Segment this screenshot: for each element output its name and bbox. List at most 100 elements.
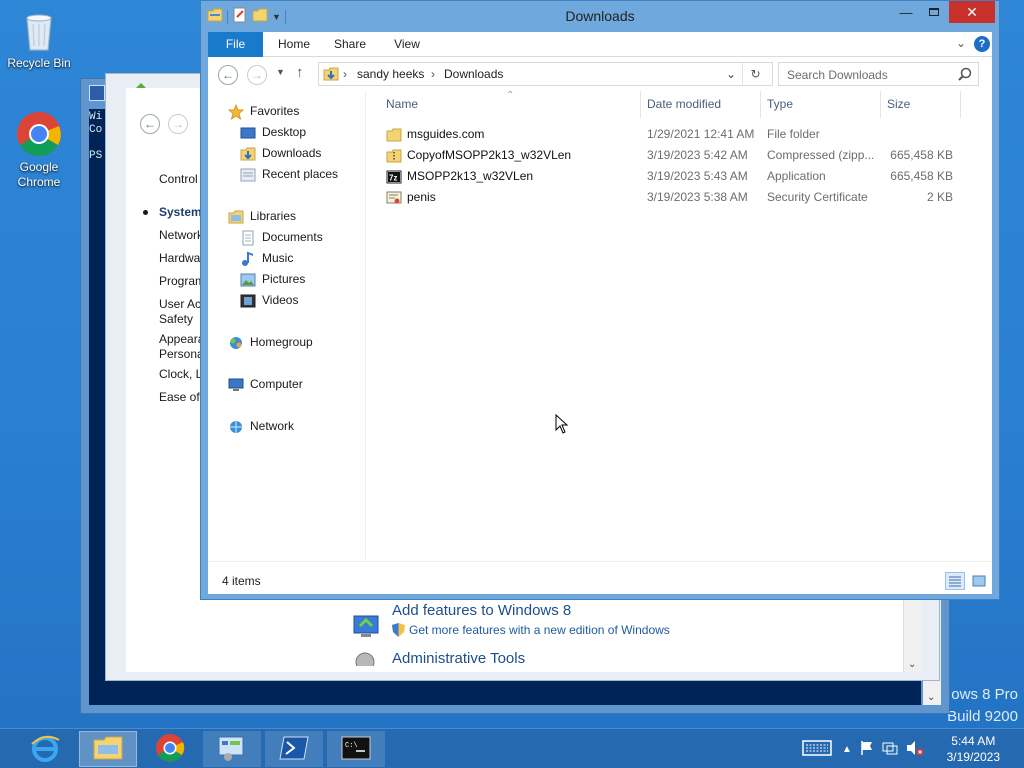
- item-count: 4 items: [222, 574, 261, 588]
- taskbar-chrome[interactable]: [141, 731, 199, 767]
- title-bar[interactable]: ▼ Downloads — ✕: [201, 1, 999, 31]
- column-header-date-modified[interactable]: Date modified: [641, 91, 761, 118]
- nav-videos[interactable]: Videos: [240, 290, 298, 311]
- file-row[interactable]: msguides.com 1/29/2021 12:41 AM File fol…: [382, 124, 966, 145]
- administrative-tools-title[interactable]: Administrative Tools: [392, 650, 525, 667]
- file-row[interactable]: 7z MSOPP2k13_w32VLen 3/19/2023 5:43 AM A…: [382, 166, 966, 187]
- taskbar-internet-explorer[interactable]: [16, 731, 74, 767]
- cp-link-appearance[interactable]: Appeara: [159, 332, 204, 347]
- add-features-icon: [352, 612, 380, 640]
- recent-locations-button[interactable]: ▼: [276, 67, 285, 77]
- refresh-button[interactable]: ↻: [742, 62, 768, 86]
- downloads-folder-icon: [240, 146, 256, 162]
- details-view-button[interactable]: [945, 572, 965, 590]
- chevron-down-icon[interactable]: ⌄: [726, 67, 736, 81]
- nav-music[interactable]: Music: [240, 248, 293, 269]
- large-icons-view-button[interactable]: [969, 572, 989, 590]
- file-row[interactable]: CopyofMSOPP2k13_w32VLen 3/19/2023 5:42 A…: [382, 145, 966, 166]
- search-input[interactable]: Search Downloads: [778, 62, 979, 86]
- cp-link-user-accounts[interactable]: User Ac: [159, 297, 201, 312]
- documents-icon: [240, 230, 256, 246]
- column-header-size[interactable]: Size: [881, 91, 961, 118]
- help-icon[interactable]: ?: [974, 36, 990, 52]
- chevron-down-icon: ⌄: [908, 659, 917, 670]
- nav-label: Music: [262, 251, 294, 265]
- forward-button[interactable]: →: [168, 114, 188, 134]
- cp-link-system[interactable]: System: [159, 205, 202, 220]
- bullet: [143, 210, 148, 215]
- close-button[interactable]: ✕: [949, 1, 995, 23]
- zip-folder-icon: [386, 148, 402, 164]
- minimize-button[interactable]: —: [893, 1, 919, 23]
- desktop-icon-recycle-bin[interactable]: Recycle Bin: [2, 6, 76, 71]
- nav-favorites[interactable]: Favorites: [227, 101, 299, 122]
- nav-desktop[interactable]: Desktop: [240, 122, 306, 143]
- column-header-type[interactable]: Type: [761, 91, 881, 118]
- nav-label: Downloads: [262, 146, 322, 160]
- taskbar-powershell[interactable]: [265, 731, 323, 767]
- tab-view[interactable]: View: [388, 32, 426, 57]
- file-row[interactable]: penis 3/19/2023 5:38 AM Security Certifi…: [382, 187, 966, 208]
- file-name: msguides.com: [407, 127, 485, 141]
- breadcrumb-downloads[interactable]: Downloads: [444, 67, 503, 81]
- desktop-icon: [240, 125, 256, 141]
- nav-label: Libraries: [250, 209, 297, 223]
- file-type: File folder: [767, 127, 820, 141]
- nav-downloads[interactable]: Downloads: [240, 143, 321, 164]
- clock[interactable]: 5:44 AM 3/19/2023: [947, 733, 1000, 765]
- back-button[interactable]: ←: [140, 114, 160, 134]
- nav-recent-places[interactable]: Recent places: [240, 164, 338, 185]
- tab-share[interactable]: Share: [329, 32, 371, 57]
- action-center-flag-icon[interactable]: [860, 740, 874, 759]
- column-header-name[interactable]: Name: [380, 91, 641, 118]
- cp-link-programs[interactable]: Program: [159, 274, 205, 289]
- chrome-icon: [15, 110, 63, 158]
- nav-libraries[interactable]: Libraries: [228, 206, 296, 227]
- control-panel-home-link[interactable]: Control: [159, 172, 198, 187]
- network-status-icon[interactable]: [882, 740, 898, 759]
- nav-computer[interactable]: Computer: [228, 374, 303, 395]
- cp-link-personalization[interactable]: Persona: [159, 347, 204, 362]
- desktop-icon-chrome[interactable]: Google Chrome: [2, 110, 76, 190]
- keyboard-icon[interactable]: [802, 739, 832, 760]
- mouse-cursor-icon: [555, 413, 569, 437]
- taskbar-command-prompt[interactable]: C:\: [327, 731, 385, 767]
- file-size: 2 KB: [926, 190, 953, 204]
- cp-link-network[interactable]: Network: [159, 228, 203, 243]
- nav-homegroup[interactable]: Homegroup: [228, 332, 313, 353]
- cp-link-hardware[interactable]: Hardwa: [159, 251, 200, 266]
- up-button[interactable]: ↑: [296, 64, 304, 81]
- computer-icon: [228, 377, 244, 393]
- maximize-button[interactable]: [921, 1, 947, 23]
- cp-link-safety[interactable]: Safety: [159, 312, 193, 327]
- cp-link-clock[interactable]: Clock, L: [159, 367, 202, 382]
- explorer-window[interactable]: ▼ Downloads — ✕ File Home Share View ⌄ ?…: [200, 0, 1000, 600]
- videos-icon: [240, 293, 256, 309]
- pictures-icon: [240, 272, 256, 288]
- tab-home[interactable]: Home: [271, 32, 317, 57]
- expand-ribbon-button[interactable]: ⌄: [956, 36, 966, 50]
- address-bar[interactable]: › sandy heeks › Downloads ⌄: [318, 62, 773, 86]
- breadcrumb-user[interactable]: sandy heeks: [357, 67, 424, 81]
- nav-network[interactable]: Network: [228, 416, 294, 437]
- back-button[interactable]: ←: [218, 65, 238, 85]
- file-name: CopyofMSOPP2k13_w32VLen: [407, 148, 572, 162]
- network-icon: [228, 419, 244, 435]
- tab-file[interactable]: File: [208, 32, 263, 57]
- file-name-cell: 7z MSOPP2k13_w32VLen: [386, 166, 646, 187]
- taskbar-file-explorer[interactable]: [79, 731, 137, 767]
- recycle-bin-icon: [15, 6, 63, 54]
- shield-icon: [392, 623, 405, 637]
- show-hidden-icons-button[interactable]: ▲: [842, 744, 852, 755]
- file-size: 665,458 KB: [890, 148, 953, 162]
- forward-button[interactable]: →: [247, 65, 267, 85]
- get-more-features-link[interactable]: Get more features with a new edition of …: [409, 623, 670, 638]
- file-list: ⌃ Name Date modified Type Size msguides.…: [368, 90, 992, 561]
- cp-link-ease-of-access[interactable]: Ease of: [159, 390, 200, 405]
- nav-pictures[interactable]: Pictures: [240, 269, 305, 290]
- nav-documents[interactable]: Documents: [240, 227, 323, 248]
- volume-muted-icon[interactable]: [906, 740, 924, 759]
- file-date: 3/19/2023 5:43 AM: [647, 169, 748, 183]
- add-features-title[interactable]: Add features to Windows 8: [392, 602, 571, 619]
- taskbar-control-panel[interactable]: [203, 731, 261, 767]
